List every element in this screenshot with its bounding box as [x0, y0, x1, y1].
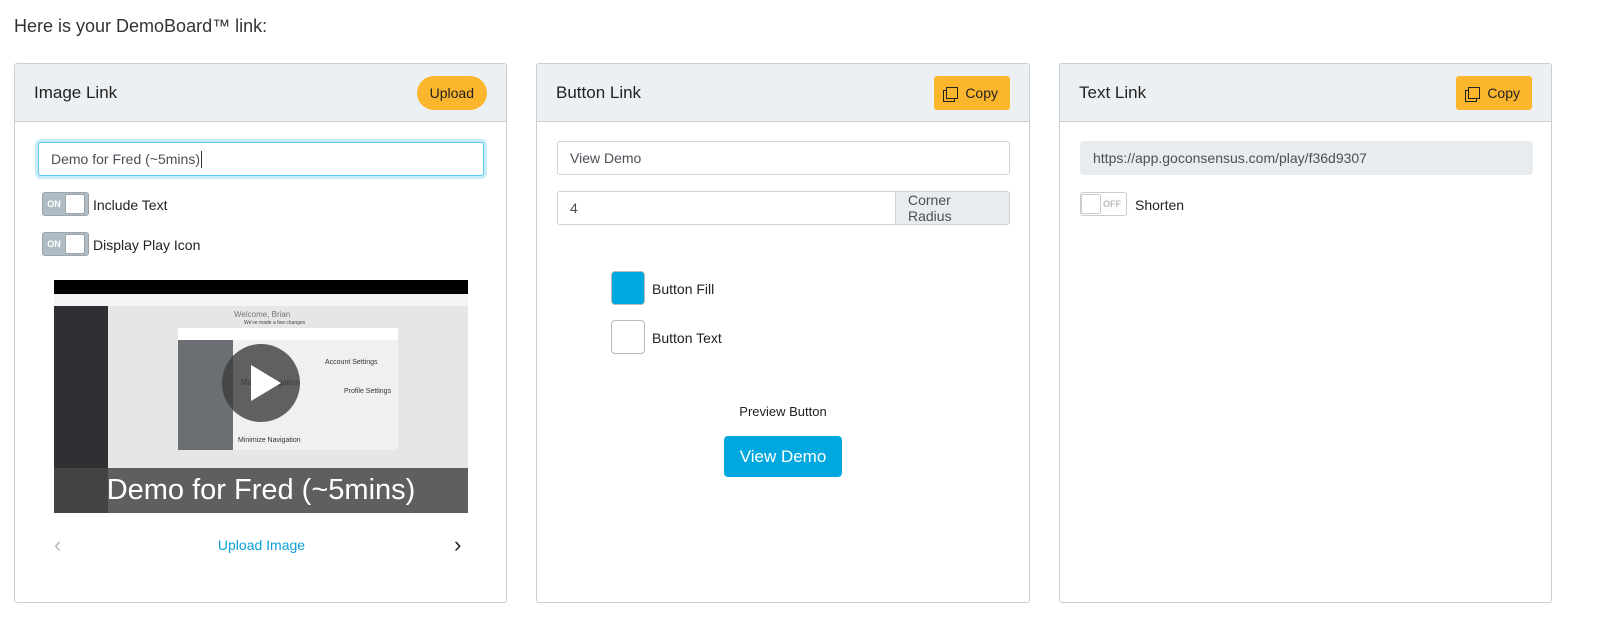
corner-radius-input[interactable]: 4 [557, 191, 896, 225]
include-text-label: Include Text [93, 197, 168, 213]
copy-button[interactable]: Copy [1456, 75, 1532, 110]
thumb-callout: Minimize Navigation [238, 437, 301, 444]
toggle-knob [1081, 194, 1101, 214]
thumb-callout: Profile Settings [344, 388, 392, 395]
thumbnail-preview: Welcome, Brian We've made a few changes … [54, 280, 468, 513]
image-link-card: Image Link Upload Demo for Fred (~5mins)… [14, 63, 507, 603]
text-cursor [200, 150, 202, 168]
thumb-welcome: Welcome, Brian [234, 310, 291, 319]
copy-label: Copy [965, 84, 998, 101]
toggle-knob [65, 234, 85, 254]
button-text-swatch[interactable] [611, 320, 645, 354]
card-title: Button Link [556, 82, 642, 102]
thumb-callout: Account Settings [325, 359, 378, 366]
preview-label: Preview Button [739, 404, 827, 419]
toggle-state: ON [47, 239, 61, 249]
thumb-caption: Demo for Fred (~5mins) [54, 468, 468, 513]
display-play-icon-label: Display Play Icon [93, 237, 201, 253]
copy-icon [1468, 86, 1481, 99]
toggle-state: OFF [1103, 199, 1121, 209]
display-play-icon-toggle[interactable]: ON [42, 232, 89, 256]
preview-button[interactable]: View Demo [724, 436, 842, 477]
caption-input-value: Demo for Fred (~5mins) [51, 151, 200, 167]
button-text-label: Button Text [652, 330, 722, 346]
shorten-toggle[interactable]: OFF [1080, 192, 1127, 216]
thumb-subtitle: We've made a few changes [244, 320, 306, 326]
toggle-state: ON [47, 199, 61, 209]
card-header: Image Link Upload [15, 64, 506, 122]
text-link-card: Text Link Copy https://app.goconsensus.c… [1059, 63, 1552, 603]
intro-text: Here is your DemoBoard™ link: [14, 16, 268, 36]
copy-icon [946, 86, 959, 99]
upload-button[interactable]: Upload [416, 75, 487, 110]
next-arrow-icon[interactable]: › [454, 532, 461, 558]
copy-label: Copy [1487, 84, 1520, 101]
toggle-knob [65, 194, 85, 214]
button-fill-label: Button Fill [652, 281, 715, 297]
shorten-label: Shorten [1135, 197, 1185, 213]
card-title: Image Link [34, 82, 118, 102]
button-text-input[interactable]: View Demo [557, 141, 1010, 175]
button-fill-swatch[interactable] [611, 271, 645, 305]
upload-image-link[interactable]: Upload Image [15, 537, 508, 553]
play-icon[interactable] [222, 344, 300, 422]
thumb-topbar [54, 294, 468, 306]
corner-radius-addon: Corner Radius [895, 191, 1010, 225]
button-link-card: Button Link Copy View Demo 4 Corner Radi… [536, 63, 1030, 603]
caption-input[interactable]: Demo for Fred (~5mins) [38, 142, 484, 176]
copy-button[interactable]: Copy [934, 75, 1010, 110]
card-title: Text Link [1079, 82, 1147, 102]
include-text-toggle[interactable]: ON [42, 192, 89, 216]
url-field[interactable]: https://app.goconsensus.com/play/f36d930… [1080, 141, 1533, 175]
